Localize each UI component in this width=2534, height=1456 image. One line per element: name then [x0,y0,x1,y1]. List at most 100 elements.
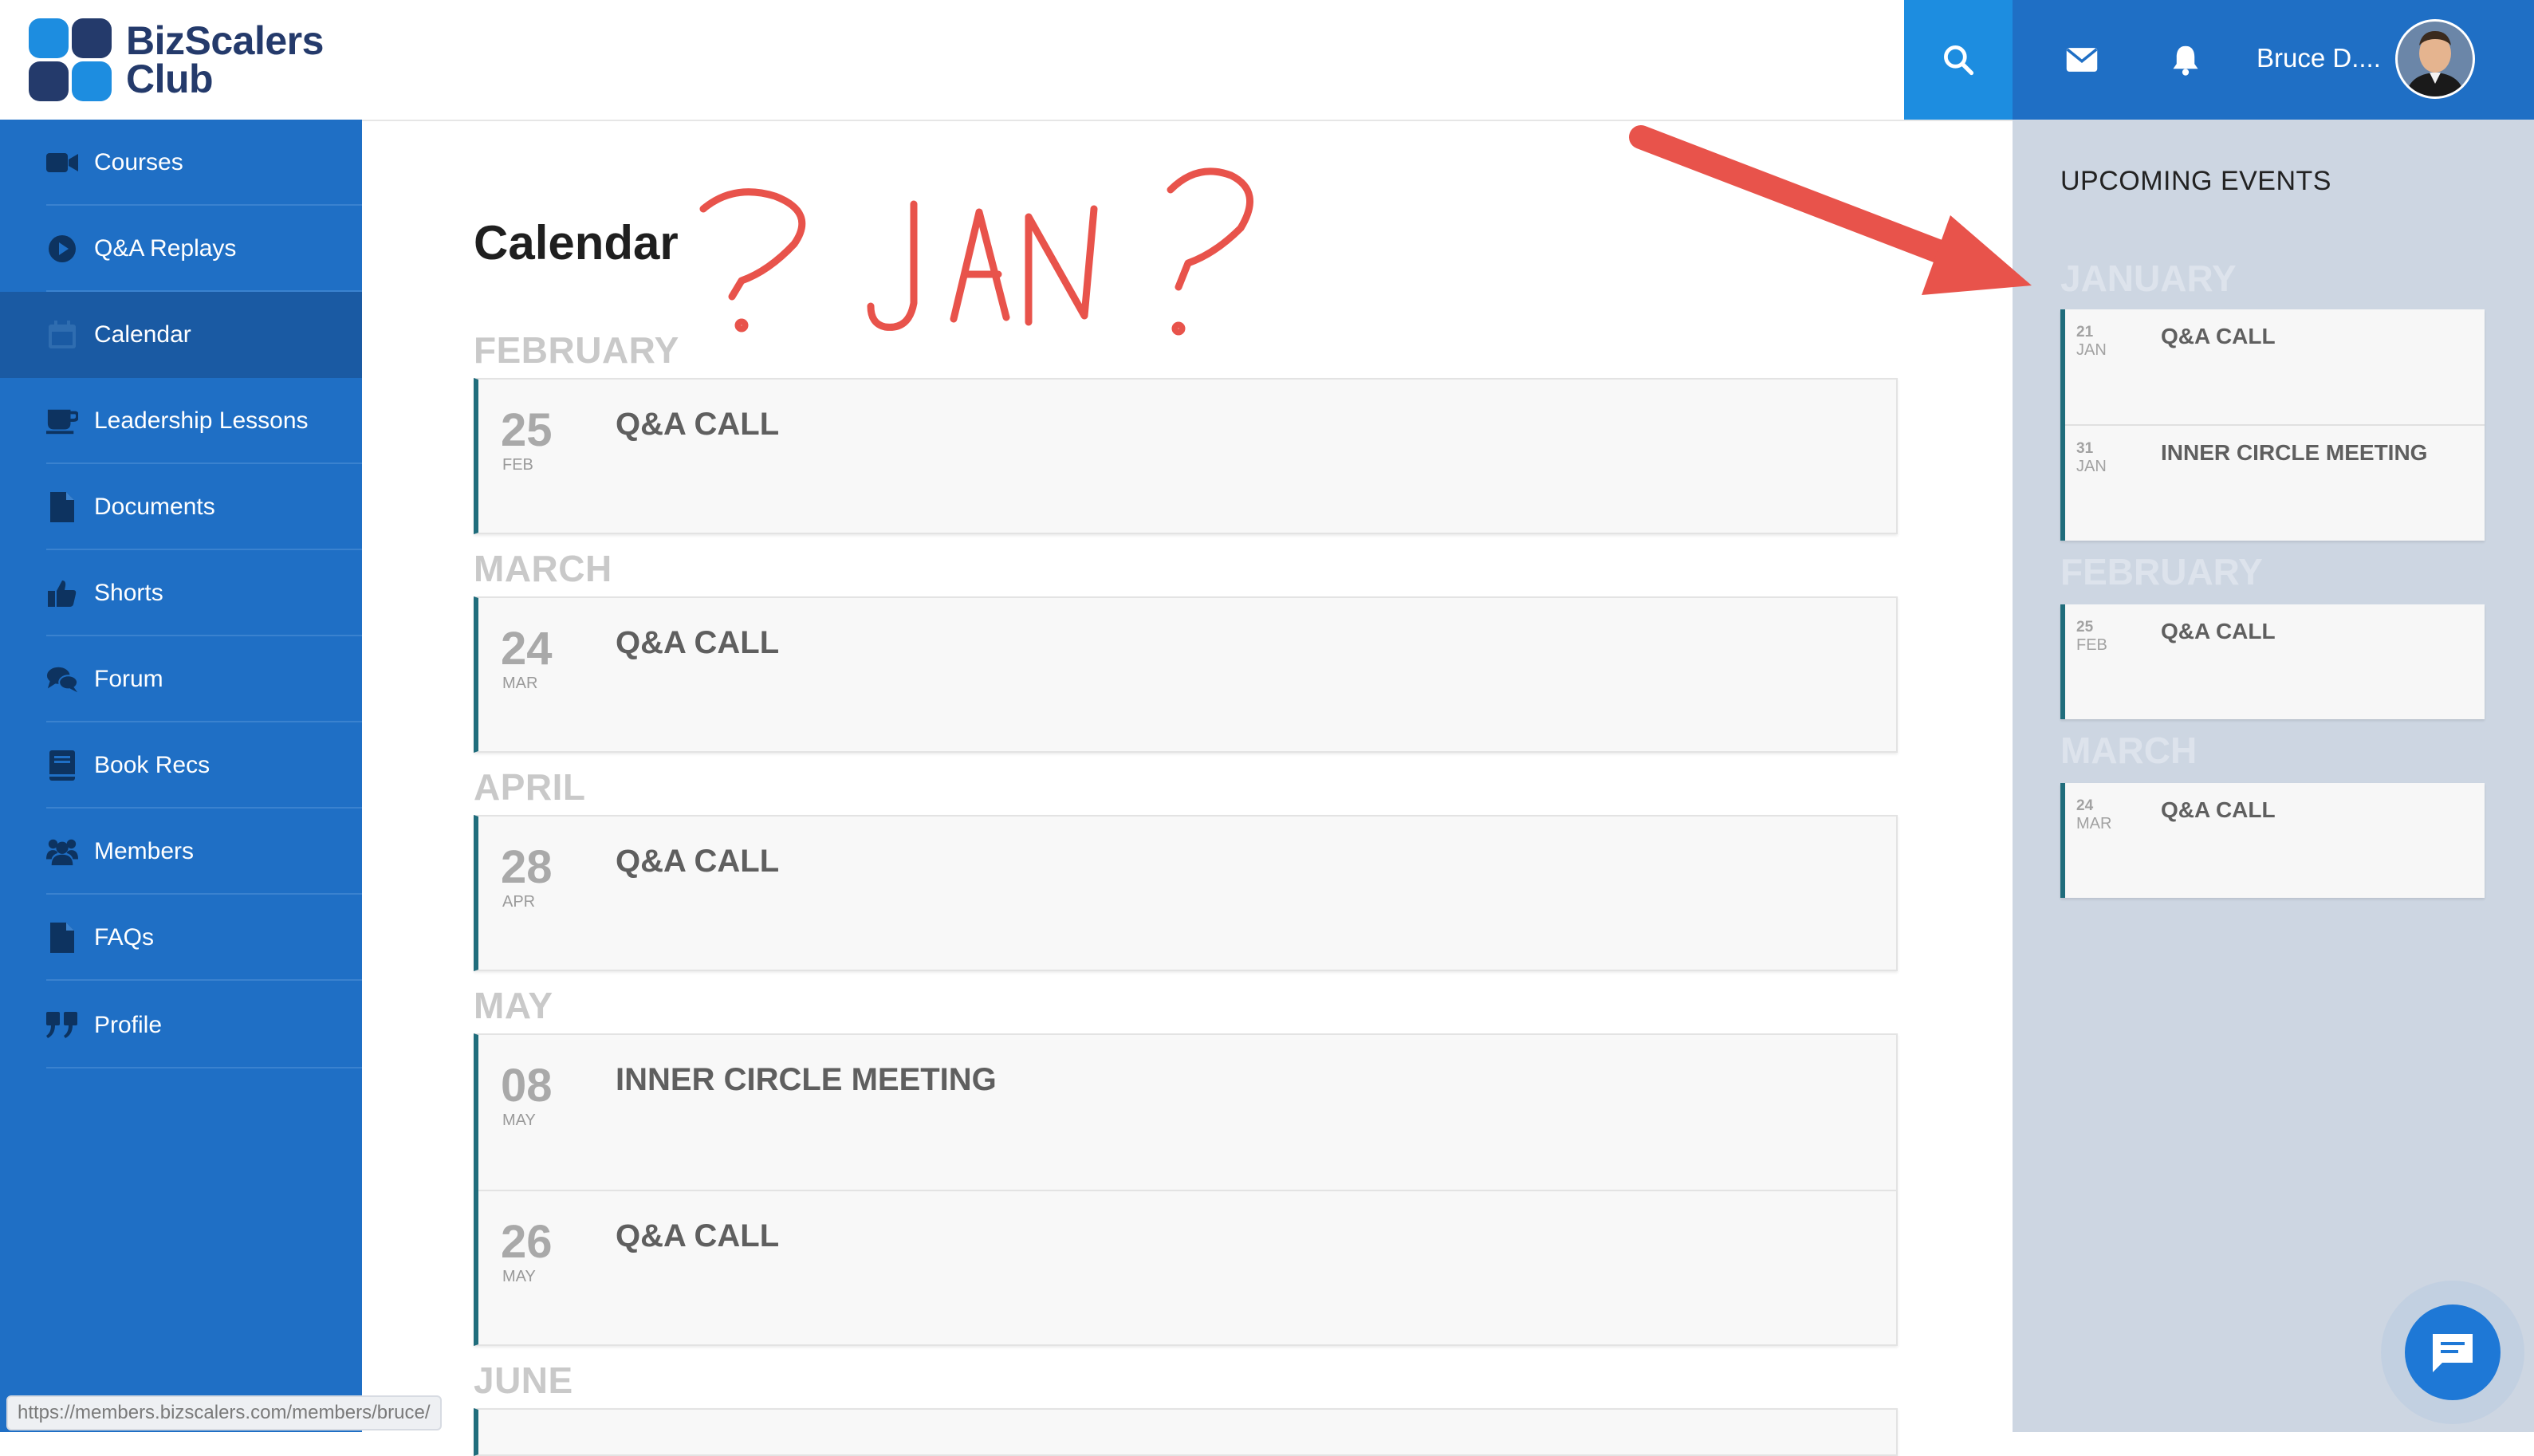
sidebar-item-label: Profile [94,1012,163,1038]
letter-N [1025,205,1098,326]
event-day: 28 [501,841,553,893]
notifications-button[interactable] [2142,0,2229,120]
status-bar-url: https://members.bizscalers.com/members/b… [6,1395,442,1430]
sidebar-item-label: Q&A Replays [94,235,237,262]
upcoming-events-panel: UPCOMING EVENTS JANUARY 21 JAN Q&A CALL … [2013,120,2534,1432]
event-month: MAY [502,1112,536,1129]
sidebar-item-calendar[interactable]: Calendar [0,292,362,378]
event-card[interactable]: 21 JAN Q&A CALL 31 JAN INNER CIRCLE MEET… [2060,309,2485,541]
user-name[interactable]: Bruce D.... [2257,43,2381,73]
red-arrow-icon [1629,125,2032,295]
thumbs-up-icon [46,577,78,609]
sidebar-item-forum[interactable]: Forum [0,636,362,722]
brand-name: BizScalers Club [126,21,324,101]
event-day: 25 [501,404,553,456]
sidebar-item-label: Documents [94,494,215,520]
sidebar-item-courses[interactable]: Courses [0,120,362,206]
event-row[interactable]: 24 MAR Q&A CALL [2065,783,2485,898]
question-mark-right-dot [1171,321,1186,336]
event-row[interactable]: 25 FEB Q&A CALL [478,380,1896,533]
sidebar-item-profile[interactable]: Profile [0,982,362,1068]
event-row[interactable]: 26 MAY Q&A CALL [478,1190,1896,1344]
sidebar-item-label: Members [94,838,195,864]
event-card[interactable]: 28 APR Q&A CALL [474,815,1898,971]
sidebar-item-leadership-lessons[interactable]: Leadership Lessons [0,378,362,464]
event-day: 25 [2076,619,2094,636]
messages-button[interactable] [2038,0,2126,120]
event-day: 24 [2076,797,2094,814]
calendar-icon [46,319,78,351]
event-row[interactable]: 21 JAN Q&A CALL [2065,309,2485,424]
brand-name-line2: Club [126,57,214,101]
sidebar-item-label: Forum [94,666,163,692]
mail-icon [2066,48,2098,72]
coffee-cup-icon [46,405,78,437]
top-header: BizScalers Club Bruce D.... [0,0,2534,121]
chat-bubbles-icon [46,663,78,695]
event-month: JAN [2076,341,2107,359]
sidebar-item-documents[interactable]: Documents [0,464,362,550]
logo-mark-icon [29,18,112,101]
sidebar-item-label: Courses [94,149,183,175]
brand-logo[interactable]: BizScalers Club [29,16,324,104]
event-month: MAR [2076,815,2112,832]
event-card[interactable]: 24 MAR Q&A CALL [474,596,1898,753]
event-row[interactable]: 28 APR Q&A CALL [478,817,1896,970]
event-row[interactable]: 24 MAR Q&A CALL [478,598,1896,751]
event-card[interactable]: 24 MAR Q&A CALL [2060,783,2485,898]
letter-A [950,208,1010,323]
sidebar-item-label: Book Recs [94,752,211,778]
event-title[interactable]: Q&A CALL [616,407,779,443]
user-avatar[interactable] [2395,19,2475,99]
search-icon [1944,45,1974,76]
search-button[interactable] [1904,0,2013,120]
event-day: 26 [501,1216,553,1268]
sidebar-item-faqs[interactable]: FAQs [0,895,362,981]
month-heading: JUNE [474,1360,573,1401]
event-title[interactable]: Q&A CALL [2161,797,2276,823]
event-title[interactable]: Q&A CALL [616,844,779,880]
letter-J [867,200,918,331]
file-icon [46,922,78,954]
event-month: APR [502,893,536,911]
upcoming-events-title: UPCOMING EVENTS [2060,166,2331,196]
book-icon [46,750,78,781]
event-card[interactable]: 08 MAY INNER CIRCLE MEETING 26 MAY Q&A C… [474,1033,1898,1346]
event-card[interactable] [474,1408,1898,1456]
quote-icon [46,1009,78,1041]
play-circle-icon [46,233,78,265]
event-title[interactable]: Q&A CALL [616,625,779,661]
divider [46,979,362,981]
sidebar: Courses Q&A Replays Calendar Leadership … [0,120,362,1432]
sidebar-item-shorts[interactable]: Shorts [0,550,362,636]
sidebar-item-book-recs[interactable]: Book Recs [0,722,362,809]
chat-icon [2433,1334,2473,1372]
event-card[interactable]: 25 FEB Q&A CALL [474,378,1898,534]
sidebar-item-qa-replays[interactable]: Q&A Replays [0,206,362,292]
month-heading: FEBRUARY [2060,551,2263,592]
event-card[interactable]: 25 FEB Q&A CALL [2060,604,2485,719]
month-heading: JANUARY [2060,258,2237,299]
month-heading: APRIL [474,766,586,808]
event-row[interactable]: 08 MAY INNER CIRCLE MEETING [478,1035,1896,1188]
event-day: 24 [501,623,553,675]
sidebar-item-label: FAQs [94,924,155,950]
video-camera-icon [46,147,78,179]
event-row[interactable]: 31 JAN INNER CIRCLE MEETING [2065,424,2485,541]
header-user-area: Bruce D.... [2013,0,2534,120]
event-title[interactable]: Q&A CALL [616,1218,779,1254]
sidebar-item-members[interactable]: Members [0,809,362,895]
event-title[interactable]: Q&A CALL [2161,619,2276,644]
event-row[interactable]: 25 FEB Q&A CALL [2065,604,2485,719]
event-title[interactable]: INNER CIRCLE MEETING [2161,440,2427,466]
chat-button[interactable] [2405,1304,2501,1400]
event-title[interactable]: INNER CIRCLE MEETING [616,1062,997,1098]
month-heading: MAY [474,985,553,1026]
question-mark-right [1167,167,1254,291]
sidebar-item-label: Leadership Lessons [94,407,309,434]
event-title[interactable]: Q&A CALL [2161,324,2276,349]
month-heading: MARCH [2060,730,2198,771]
divider [46,1067,362,1068]
users-icon [46,836,78,868]
event-day: 08 [501,1060,553,1112]
